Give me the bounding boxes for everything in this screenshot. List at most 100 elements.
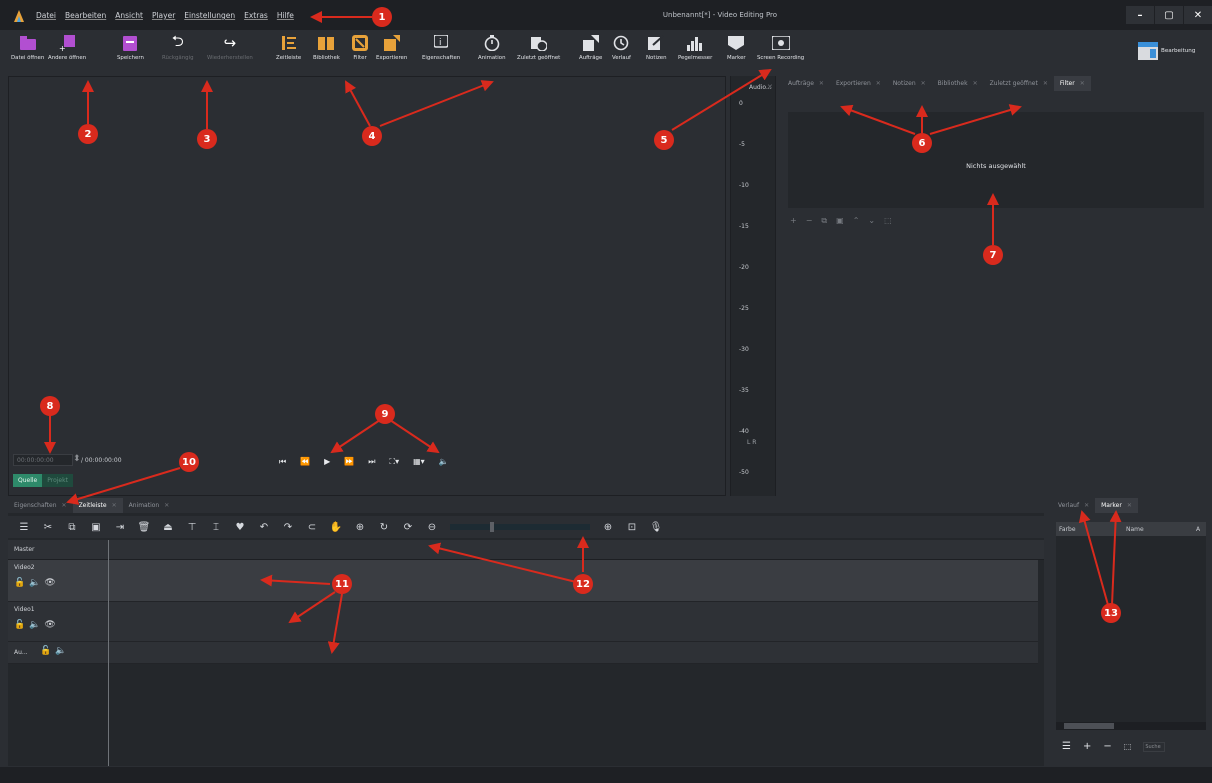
redo-button[interactable]: ↪ Wiederherstellen xyxy=(207,34,253,61)
tab-close-icon[interactable]: ✕ xyxy=(921,80,926,87)
overwrite-icon[interactable]: ⊤ xyxy=(186,521,198,533)
marker-search-input[interactable]: Suche xyxy=(1143,741,1166,752)
tab-close-icon[interactable]: ✕ xyxy=(112,502,117,509)
tab-right-5[interactable]: Filter ✕ xyxy=(1053,76,1091,91)
move-up-icon[interactable]: ⌃ xyxy=(853,216,860,226)
menu-einstellungen[interactable]: Einstellungen xyxy=(184,11,235,20)
remove-marker-icon[interactable]: − xyxy=(1103,741,1111,752)
filter-button[interactable]: Filter xyxy=(351,34,369,61)
export-button[interactable]: Exportieren xyxy=(376,34,407,61)
volume-icon[interactable]: 🔈 xyxy=(439,457,449,467)
append-icon[interactable]: ⇥ xyxy=(114,521,126,533)
ripple-icon[interactable]: ↻ xyxy=(378,521,390,533)
recent-button[interactable]: Zuletzt geöffnet xyxy=(517,34,560,61)
tab-right-3[interactable]: Bibliothek ✕ xyxy=(932,76,984,91)
col-a[interactable]: A xyxy=(1196,526,1200,533)
animation-button[interactable]: Animation xyxy=(478,34,505,61)
history-button[interactable]: Verlauf xyxy=(612,34,631,61)
tab-close-icon[interactable]: ✕ xyxy=(1127,502,1132,509)
col-name[interactable]: Name xyxy=(1126,526,1196,533)
split-icon[interactable]: ⌶ xyxy=(210,521,222,533)
marker-scrollbar-thumb[interactable] xyxy=(1064,723,1114,729)
menu-player[interactable]: Player xyxy=(152,11,175,20)
fast-forward-icon[interactable]: ⏩ xyxy=(344,457,354,467)
properties-button[interactable]: i Eigenschaften xyxy=(422,34,460,61)
meter-button[interactable]: Pegelmesser xyxy=(678,34,712,61)
timeline-button[interactable]: Zeitleiste xyxy=(276,34,301,61)
layout-switcher[interactable]: Bearbeitung xyxy=(1138,42,1195,60)
track-video1[interactable]: Video1 🔓🔈👁 xyxy=(8,602,1038,642)
add-marker-button-icon[interactable]: + xyxy=(1083,741,1091,752)
zoom-in-icon[interactable]: ⊕ xyxy=(602,521,614,533)
minimize-button[interactable]: – xyxy=(1126,6,1154,24)
timecode-field[interactable]: 00:00:00:00 xyxy=(13,454,73,466)
tab-marker-0[interactable]: Verlauf ✕ xyxy=(1052,498,1095,513)
marker-list[interactable] xyxy=(1056,536,1206,722)
copy-filter-icon[interactable]: ⧉ xyxy=(821,216,827,226)
track-controls-icon[interactable]: 🔓🔈👁 xyxy=(14,578,60,588)
zoom-out-icon[interactable]: ⊖ xyxy=(426,521,438,533)
menu-ansicht[interactable]: Ansicht xyxy=(115,11,143,20)
open-other-button[interactable]: + Andere öffnen xyxy=(48,34,86,61)
remove-filter-icon[interactable]: − xyxy=(806,216,813,226)
scrub-icon[interactable]: ✋ xyxy=(330,521,342,533)
tab-close-icon[interactable]: ✕ xyxy=(1043,80,1048,87)
tab-close-icon[interactable]: ✕ xyxy=(1084,502,1089,509)
tab-right-4[interactable]: Zuletzt geöffnet ✕ xyxy=(984,76,1054,91)
grid-icon[interactable]: ▦▾ xyxy=(413,457,425,467)
filter-list[interactable]: Nichts ausgewählt xyxy=(788,112,1204,208)
edit-marker-icon[interactable]: ⬚ xyxy=(1124,742,1132,751)
tab-project[interactable]: Projekt xyxy=(42,474,73,487)
tab-close-icon[interactable]: ✕ xyxy=(1080,80,1085,87)
maximize-button[interactable]: ▢ xyxy=(1155,6,1183,24)
tab-right-1[interactable]: Exportieren ✕ xyxy=(830,76,887,91)
jobs-button[interactable]: Aufträge xyxy=(579,34,602,61)
tab-bottom-0[interactable]: Eigenschaften ✕ xyxy=(8,498,73,513)
save-button[interactable]: Speichern xyxy=(117,34,144,61)
add-filter-icon[interactable]: + xyxy=(790,216,797,226)
ripple-all-icon[interactable]: ⟳ xyxy=(402,521,414,533)
tab-close-icon[interactable]: ✕ xyxy=(819,80,824,87)
col-color[interactable]: Farbe xyxy=(1056,526,1126,533)
tab-close-icon[interactable]: ✕ xyxy=(876,80,881,87)
play-icon[interactable]: ▶ xyxy=(324,457,330,467)
marker-scrollbar[interactable] xyxy=(1056,722,1206,730)
track-controls-icon[interactable]: 🔓🔈👁 xyxy=(14,620,60,630)
tab-bottom-2[interactable]: Animation ✕ xyxy=(123,498,176,513)
zoom-fit-timeline-icon[interactable]: ⊡ xyxy=(626,521,638,533)
move-down-icon[interactable]: ⌄ xyxy=(868,216,875,226)
cut-icon[interactable]: ✂ xyxy=(42,521,54,533)
playhead[interactable] xyxy=(108,540,109,766)
tab-marker-1[interactable]: Marker ✕ xyxy=(1095,498,1138,513)
skip-end-icon[interactable]: ⏭ xyxy=(368,457,375,467)
skip-start-icon[interactable]: ⏮ xyxy=(279,457,286,467)
zoom-slider-handle[interactable] xyxy=(490,522,494,532)
timeline-menu-icon[interactable]: ☰ xyxy=(18,521,30,533)
deselect-icon[interactable]: ⬚ xyxy=(884,216,892,226)
close-button[interactable]: ✕ xyxy=(1184,6,1212,24)
master-track[interactable]: Master xyxy=(8,540,1044,560)
menu-hilfe[interactable]: Hilfe xyxy=(277,11,294,20)
screen-recording-button[interactable]: Screen Recording xyxy=(757,34,804,61)
marker-button[interactable]: Marker xyxy=(727,34,746,61)
menu-datei[interactable]: Datei xyxy=(36,11,56,20)
center-playhead-icon[interactable]: ⊕ xyxy=(354,521,366,533)
zoom-slider[interactable] xyxy=(450,522,590,532)
tab-right-2[interactable]: Notizen ✕ xyxy=(887,76,932,91)
audio-meter-close-icon[interactable]: ✕ xyxy=(767,83,773,91)
add-marker-icon[interactable]: ♥ xyxy=(234,521,246,533)
prev-marker-icon[interactable]: ↶ xyxy=(258,521,270,533)
paste-filter-icon[interactable]: ▣ xyxy=(836,216,844,226)
timecode-spinner-icon[interactable]: ⬍ xyxy=(73,454,81,464)
tab-bottom-1[interactable]: Zeitleiste ✕ xyxy=(72,498,123,513)
copy-icon[interactable]: ⧉ xyxy=(66,521,78,533)
track-video2[interactable]: Video2 🔓🔈👁 xyxy=(8,560,1038,602)
open-file-button[interactable]: Datei öffnen xyxy=(11,34,44,61)
menu-extras[interactable]: Extras xyxy=(244,11,268,20)
tab-right-0[interactable]: Aufträge ✕ xyxy=(782,76,830,91)
tab-close-icon[interactable]: ✕ xyxy=(164,502,169,509)
tab-close-icon[interactable]: ✕ xyxy=(973,80,978,87)
rewind-icon[interactable]: ⏪ xyxy=(300,457,310,467)
marker-menu-icon[interactable]: ☰ xyxy=(1062,741,1071,752)
undo-button[interactable]: ⮌ Rückgängig xyxy=(162,32,194,62)
